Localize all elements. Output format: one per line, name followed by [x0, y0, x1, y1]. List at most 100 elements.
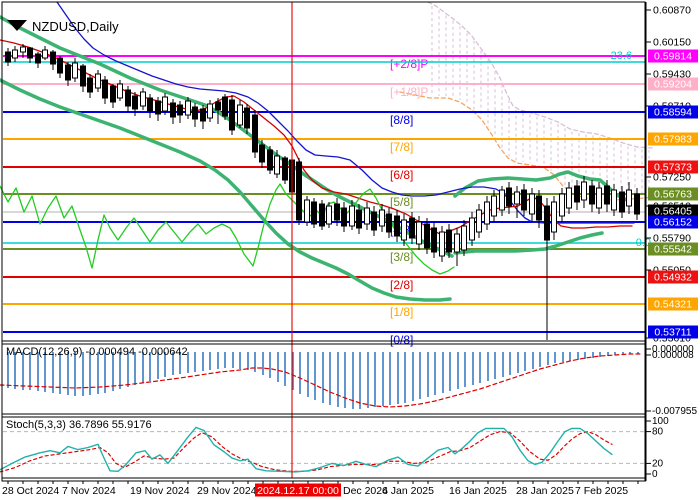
candlestick [424, 223, 430, 249]
price-scale-label: 0.60870 [653, 5, 691, 17]
candlestick [87, 77, 93, 93]
candlestick [282, 157, 288, 181]
candlestick [476, 209, 482, 233]
candlestick [110, 85, 116, 103]
date-axis-label: 19 Nov 2024 [130, 485, 190, 497]
candlestick [5, 51, 11, 63]
price-badge-value: 0.59204 [654, 79, 692, 91]
candlestick [244, 107, 250, 129]
candlestick [192, 106, 198, 120]
candlestick [155, 100, 161, 115]
price-badge-value: 0.56152 [654, 217, 692, 229]
candlestick [371, 211, 377, 231]
symbol-timeframe-title: NZDUSD,Daily [32, 19, 119, 34]
candlestick [379, 209, 385, 227]
candlestick [394, 215, 400, 237]
date-axis-label: 28 Jan 2025 [516, 485, 574, 497]
price-badge-value: 0.57373 [654, 162, 692, 174]
candlestick [626, 189, 632, 207]
candlestick [544, 205, 550, 241]
candlestick [185, 100, 191, 116]
date-axis-label: 16 Jan 2025 [449, 485, 507, 497]
candlestick [20, 46, 26, 53]
murrey-level-label: [+2/8]P [390, 57, 428, 71]
candlestick [574, 185, 580, 203]
candlestick [200, 108, 206, 122]
candlestick [274, 155, 280, 175]
candlestick [259, 144, 265, 163]
candlestick [461, 225, 467, 251]
price-badge-value: 0.59814 [654, 51, 692, 63]
candlestick [177, 104, 183, 116]
candlestick [364, 207, 370, 225]
candlestick [140, 91, 146, 107]
candlestick [252, 114, 258, 153]
stoch-scale-label: 0 [652, 469, 658, 480]
candlestick [267, 149, 273, 171]
candlestick [416, 221, 422, 245]
candlestick [499, 189, 505, 211]
candlestick [484, 201, 490, 225]
date-axis-label: 7 Nov 2024 [62, 485, 116, 497]
candlestick [521, 189, 527, 211]
price-badge-value: 0.58594 [654, 107, 692, 119]
candlestick [559, 193, 565, 217]
candlestick [95, 73, 101, 89]
date-axis-label: 29 Nov 2024 [197, 485, 257, 497]
candlestick [296, 161, 302, 221]
murrey-level-label: [2/8] [390, 278, 413, 292]
candlestick [147, 97, 153, 112]
candlestick [514, 191, 520, 205]
candlestick [102, 79, 108, 99]
candlestick [604, 185, 610, 205]
candlestick [611, 189, 617, 211]
candlestick [356, 209, 362, 229]
date-axis-label: 6 Jan 2025 [382, 485, 434, 497]
selected-date-badge-text: 2024.12.17 00:00 [257, 485, 339, 497]
candlestick [581, 181, 587, 201]
candlestick [469, 217, 475, 241]
candlestick [619, 191, 625, 213]
candlestick [215, 101, 221, 111]
murrey-level-label: [7/8] [390, 140, 413, 154]
candlestick [566, 187, 572, 209]
price-badge-value: 0.54932 [654, 272, 692, 284]
candlestick [529, 193, 535, 215]
candlestick [65, 64, 71, 81]
stochastic-indicator-label: Stoch(5,3,3) 36.7896 55.9176 [6, 419, 152, 431]
price-badge-value: 0.53711 [654, 327, 691, 339]
candlestick [536, 195, 542, 221]
candlestick [491, 195, 497, 217]
stoch-scale-label: 80 [652, 427, 664, 438]
candlestick [237, 104, 243, 126]
candlestick [596, 187, 602, 209]
murrey-level-label: [1/8] [390, 305, 413, 319]
candlestick [57, 57, 63, 74]
candlestick [349, 205, 355, 227]
candlestick [229, 99, 235, 131]
candlestick [207, 103, 213, 119]
stoch-scale-label: 100 [652, 416, 669, 427]
candlestick [551, 201, 557, 233]
price-badge-value: 0.54321 [654, 299, 692, 311]
candlestick [125, 89, 131, 107]
candlestick [431, 227, 437, 253]
candlestick [170, 102, 176, 118]
candlestick [319, 203, 325, 227]
candlestick [439, 231, 445, 257]
price-badge-value: 0.56763 [654, 189, 692, 201]
candlestick [27, 47, 33, 59]
murrey-level-label: [0/8] [390, 333, 413, 347]
candlestick [162, 96, 168, 112]
candlestick [304, 199, 310, 223]
fibonacci-level-label: 23.6 [611, 50, 632, 62]
price-scale-label: 0.60150 [653, 37, 691, 49]
murrey-level-label: [8/8] [390, 113, 413, 127]
macd-indicator-label: MACD(12,26,9) -0.000494 -0.000642 [6, 346, 188, 358]
candlestick [386, 213, 392, 233]
candlestick [446, 229, 452, 253]
date-axis-label: 28 Oct 2024 [2, 485, 59, 497]
candlestick [42, 49, 48, 59]
candlestick [132, 95, 138, 110]
candlestick [12, 49, 18, 59]
